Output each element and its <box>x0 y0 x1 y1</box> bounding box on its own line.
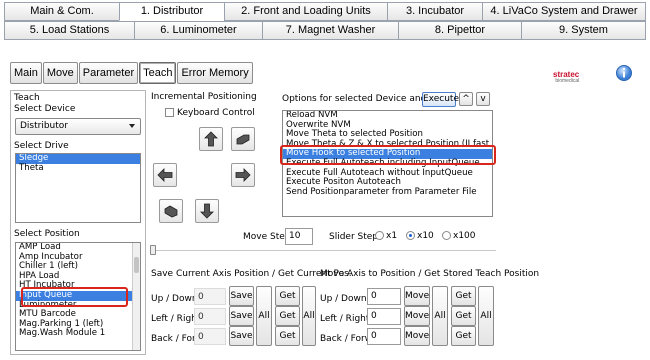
main-tab-row-2: 5. Load Stations 6. Luminometer 7. Magne… <box>4 21 646 40</box>
down-arrow-button[interactable] <box>195 199 219 223</box>
move-leftright-input[interactable]: 0 <box>367 308 401 325</box>
teach-panel: Teach Select Device Distributor Select D… <box>10 90 146 355</box>
select-position-label: Select Position <box>14 229 80 239</box>
slider-option-label: x100 <box>453 231 476 241</box>
subtab-error-memory[interactable]: Error Memory <box>177 62 253 84</box>
radio-icon <box>375 231 384 240</box>
stratec-logo: stratec biomedical <box>553 70 580 84</box>
move-step-input[interactable]: 10 <box>285 228 313 245</box>
device-select-value: Distributor <box>20 121 69 131</box>
save-current-leftright-value: 0 <box>194 308 226 325</box>
get-stored-backforw-button[interactable]: Get <box>451 326 476 346</box>
subtab-parameter[interactable]: Parameter <box>78 62 139 84</box>
move-up-button[interactable]: ^ <box>459 92 473 106</box>
save-current-updown-value: 0 <box>194 288 226 305</box>
get-backforw-button[interactable]: Get <box>275 326 300 346</box>
move-backforw-button[interactable]: Move <box>404 326 430 346</box>
diag-arrow-icon <box>236 134 250 145</box>
subtab-teach[interactable]: Teach <box>139 62 177 84</box>
tab-livaco[interactable]: 4. LiVaCo System and Drawer <box>482 2 646 21</box>
position-item[interactable]: Mag.Wash Module 1 <box>16 329 140 339</box>
slider-step-x1[interactable]: x1 <box>375 231 397 241</box>
diag-up-right-button[interactable] <box>231 127 255 151</box>
left-arrow-icon <box>157 168 173 182</box>
slider-step-x100[interactable]: x100 <box>442 231 476 241</box>
save-leftright-button[interactable]: Save <box>229 306 254 326</box>
tab-distributor[interactable]: 1. Distributor <box>119 2 224 21</box>
get-updown-button[interactable]: Get <box>275 286 300 306</box>
move-down-button[interactable]: v <box>476 92 490 106</box>
subtab-main[interactable]: Main <box>10 62 42 84</box>
tab-pipettor[interactable]: 8. Pipettor <box>398 21 521 40</box>
device-select[interactable]: Distributor <box>15 118 141 135</box>
move-step-label: Move Step <box>243 232 291 242</box>
down-arrow-icon <box>200 203 214 219</box>
info-icon[interactable] <box>615 64 633 82</box>
radio-icon <box>442 231 451 240</box>
save-row-label: Up / Down <box>151 294 198 304</box>
teach-title: Teach <box>14 93 40 103</box>
save-row-label: Left / Right <box>151 314 201 324</box>
tab-magnet-washer[interactable]: 7. Magnet Washer <box>262 21 398 40</box>
get-leftright-button[interactable]: Get <box>275 306 300 326</box>
diag-down-left-button[interactable] <box>159 199 183 223</box>
save-backforw-button[interactable]: Save <box>229 326 254 346</box>
option-item[interactable]: Send Positionparameter from Parameter Fi… <box>283 187 492 198</box>
move-row-label: Back / Forw. <box>320 334 375 344</box>
tab-incubator[interactable]: 3. Incubator <box>387 2 482 21</box>
right-arrow-icon <box>235 168 251 182</box>
tab-main-com[interactable]: Main & Com. <box>4 2 119 21</box>
move-row-label: Left / Right <box>320 314 370 324</box>
get-stored-leftright-button[interactable]: Get <box>451 306 476 326</box>
select-device-label: Select Device <box>14 104 76 114</box>
move-all-button[interactable]: All <box>432 286 448 346</box>
left-arrow-button[interactable] <box>153 163 177 187</box>
slider-option-label: x10 <box>417 231 434 241</box>
chevron-down-icon <box>129 124 135 128</box>
drive-list[interactable]: Sledge Theta <box>15 153 141 223</box>
save-updown-button[interactable]: Save <box>229 286 254 306</box>
tab-luminometer[interactable]: 6. Luminometer <box>134 21 262 40</box>
checkbox-icon <box>165 108 174 117</box>
move-axis-title: Move Axis to Position / Get Stored Teach… <box>320 269 540 279</box>
execute-button[interactable]: Execute <box>422 92 459 107</box>
tab-front-loading[interactable]: 2. Front and Loading Units <box>224 2 387 21</box>
right-arrow-button[interactable] <box>231 163 255 187</box>
get-all-button[interactable]: All <box>302 286 316 346</box>
position-list-scrollbar[interactable] <box>132 243 140 350</box>
drive-item-theta[interactable]: Theta <box>16 163 140 174</box>
slider-handle[interactable] <box>150 245 156 255</box>
slider-track[interactable] <box>150 250 496 251</box>
tab-system[interactable]: 9. System <box>521 21 646 40</box>
up-arrow-button[interactable] <box>199 127 223 151</box>
up-arrow-icon <box>204 131 218 147</box>
keyboard-control-checkbox[interactable]: Keyboard Control <box>165 108 255 118</box>
tab-load-stations[interactable]: 5. Load Stations <box>4 21 134 40</box>
incremental-title: Incremental Positioning <box>151 92 257 102</box>
move-backforw-input[interactable]: 0 <box>367 328 401 345</box>
keyboard-control-label: Keyboard Control <box>177 108 255 118</box>
main-tab-row-1: Main & Com. 1. Distributor 2. Front and … <box>4 2 646 21</box>
save-all-button[interactable]: All <box>256 286 272 346</box>
move-row-label: Up / Down <box>320 294 367 304</box>
move-leftright-button[interactable]: Move <box>404 306 430 326</box>
select-drive-label: Select Drive <box>14 141 69 151</box>
subtab-move[interactable]: Move <box>42 62 78 84</box>
sub-tab-bar: Main Move Parameter Teach Error Memory <box>10 62 254 84</box>
slider-option-label: x1 <box>386 231 398 241</box>
move-updown-input[interactable]: 0 <box>367 288 401 305</box>
move-updown-button[interactable]: Move <box>404 286 430 306</box>
highlight-input-queue <box>21 287 128 307</box>
slider-step-label: Slider Step <box>329 232 379 242</box>
get-stored-all-button[interactable]: All <box>478 286 494 346</box>
highlight-move-hook <box>280 145 496 165</box>
slider-step-x10[interactable]: x10 <box>406 231 434 241</box>
diag-arrow-icon <box>164 205 178 218</box>
get-stored-updown-button[interactable]: Get <box>451 286 476 306</box>
radio-selected-icon <box>406 231 415 240</box>
save-current-backforw-value: 0 <box>194 328 226 345</box>
